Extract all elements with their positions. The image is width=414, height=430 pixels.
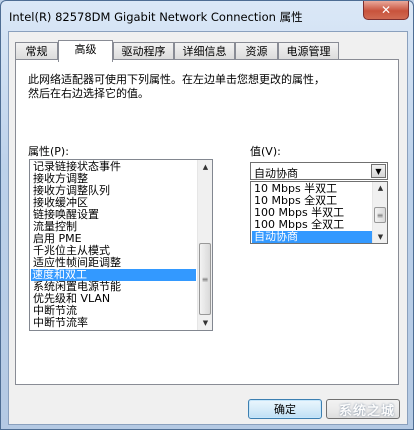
- close-icon: ✕: [380, 3, 392, 17]
- value-scrollbar[interactable]: ▲ ≡ ▼: [372, 182, 387, 243]
- value-combobox[interactable]: 自动协商 ▼: [250, 162, 388, 180]
- tab-details[interactable]: 详细信息: [174, 42, 235, 59]
- description-line-2: 然后在右边选择它的值。: [28, 87, 149, 100]
- ok-button[interactable]: 确定: [248, 399, 322, 419]
- value-dropdown-list[interactable]: 10 Mbps 半双工 10 Mbps 全双工 100 Mbps 半双工 100…: [250, 181, 388, 244]
- tab-driver[interactable]: 驱动程序: [113, 42, 174, 59]
- scrollbar-thumb[interactable]: ≡: [374, 207, 386, 223]
- arrow-down-icon[interactable]: ▼: [199, 316, 212, 330]
- property-label: 属性(P):: [28, 145, 69, 158]
- chevron-down-icon[interactable]: ▼: [371, 164, 386, 178]
- arrow-up-icon[interactable]: ▲: [199, 160, 212, 174]
- property-listbox[interactable]: 记录链接状态事件 接收方调整 接收方调整队列 接收缓冲区 链接唤醒设置 流量控制…: [29, 159, 213, 331]
- window-title: Intel(R) 82578DM Gigabit Network Connect…: [9, 10, 303, 24]
- description-text: 此网络适配器可使用下列属性。在左边单击您想更改的属性， 然后在右边选择它的值。: [28, 73, 388, 101]
- advanced-tab-panel: 此网络适配器可使用下列属性。在左边单击您想更改的属性， 然后在右边选择它的值。 …: [15, 59, 399, 385]
- title-bar[interactable]: Intel(R) 82578DM Gigabit Network Connect…: [1, 1, 413, 31]
- tab-general[interactable]: 常规: [15, 42, 58, 59]
- value-label: 值(V):: [250, 145, 281, 158]
- dialog-client-area: 常规 高级 驱动程序 详细信息 资源 电源管理 此网络适配器可使用下列属性。在左…: [8, 31, 408, 425]
- scrollbar-thumb[interactable]: ≡: [199, 243, 211, 315]
- tab-power-management[interactable]: 电源管理: [278, 42, 339, 59]
- value-combobox-text: 自动协商: [254, 167, 298, 180]
- property-item[interactable]: 中断节流率: [32, 317, 196, 329]
- tab-advanced[interactable]: 高级: [58, 40, 113, 62]
- property-scrollbar[interactable]: ▲ ≡ ▼: [197, 160, 212, 330]
- value-option-selected[interactable]: 自动协商: [252, 231, 373, 243]
- tab-resources[interactable]: 资源: [235, 42, 278, 59]
- close-button[interactable]: ✕: [363, 1, 409, 20]
- arrow-up-icon[interactable]: ▲: [374, 182, 387, 194]
- description-line-1: 此网络适配器可使用下列属性。在左边单击您想更改的属性，: [28, 73, 325, 86]
- properties-dialog: Intel(R) 82578DM Gigabit Network Connect…: [0, 0, 414, 430]
- watermark-logo: 系统之城: [339, 404, 396, 419]
- arrow-down-icon[interactable]: ▼: [374, 231, 387, 243]
